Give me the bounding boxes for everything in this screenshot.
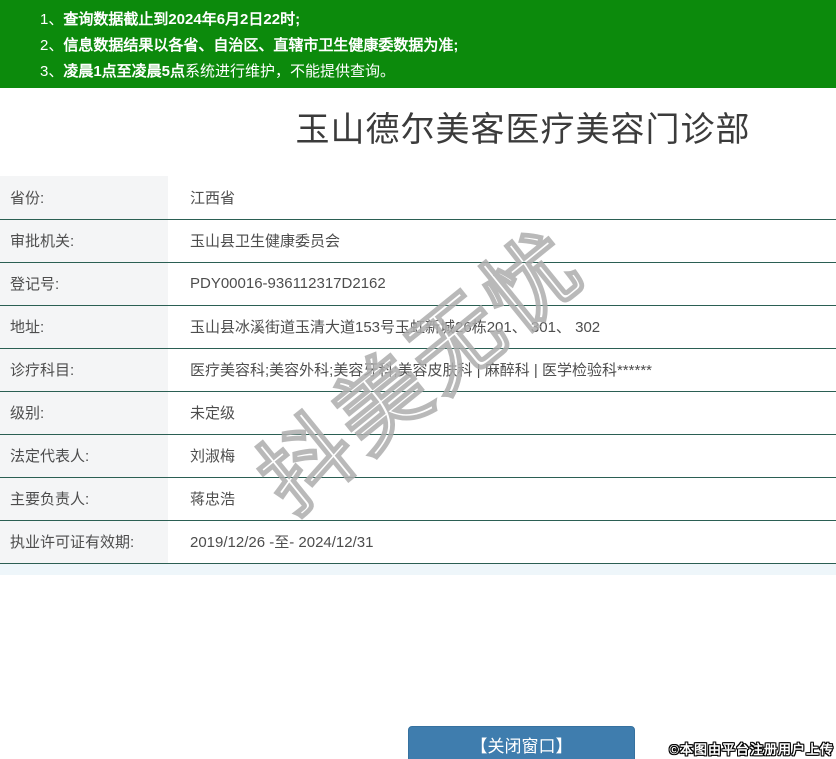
row-label: 执业许可证有效期: <box>0 520 168 563</box>
notice-line-2: 2、信息数据结果以各省、自治区、直辖市卫生健康委数据为准; <box>40 33 826 59</box>
notice-number: 3、 <box>40 63 64 80</box>
row-value: 刘淑梅 <box>168 434 836 477</box>
row-value: 2019/12/26 -至- 2024/12/31 <box>168 520 836 563</box>
notice-number: 1、 <box>40 11 64 28</box>
table-bottom-strip <box>0 563 836 575</box>
table-row: 级别: 未定级 <box>0 391 836 434</box>
uploader-credit-watermark: ©本图由平台注册用户上传 <box>669 742 834 757</box>
clinic-license-page: 1、查询数据截止到2024年6月2日22时; 2、信息数据结果以各省、自治区、直… <box>0 0 836 759</box>
row-value: 玉山县冰溪街道玉清大道153号玉虹新城26栋201、 301、 302 <box>168 305 836 348</box>
notice-text-rest: 系统进行维护，不能提供查询。 <box>185 63 396 80</box>
notice-line-3: 3、凌晨1点至凌晨5点系统进行维护，不能提供查询。 <box>40 59 826 85</box>
row-label: 法定代表人: <box>0 434 168 477</box>
page-title: 玉山德尔美客医疗美容门诊部 <box>295 111 751 149</box>
row-label: 地址: <box>0 305 168 348</box>
row-value: 江西省 <box>168 176 836 219</box>
table-row: 省份: 江西省 <box>0 176 836 219</box>
row-label: 登记号: <box>0 262 168 305</box>
table-row: 登记号: PDY00016-936112317D2162 <box>0 262 836 305</box>
row-value: 玉山县卫生健康委员会 <box>168 219 836 262</box>
row-value: 医疗美容科;美容外科;美容牙科;美容皮肤科 | 麻醉科 | 医学检验科*****… <box>168 348 836 391</box>
notice-text-strong: 凌晨1点至凌晨5点 <box>63 63 186 80</box>
row-value: 未定级 <box>168 391 836 434</box>
row-label: 诊疗科目: <box>0 348 168 391</box>
notice-number: 2、 <box>40 37 64 54</box>
table-row: 地址: 玉山县冰溪街道玉清大道153号玉虹新城26栋201、 301、 302 <box>0 305 836 348</box>
clinic-info-table: 省份: 江西省 审批机关: 玉山县卫生健康委员会 登记号: PDY00016-9… <box>0 176 836 564</box>
table-row: 诊疗科目: 医疗美容科;美容外科;美容牙科;美容皮肤科 | 麻醉科 | 医学检验… <box>0 348 836 391</box>
row-label: 级别: <box>0 391 168 434</box>
table-row: 法定代表人: 刘淑梅 <box>0 434 836 477</box>
row-value: PDY00016-936112317D2162 <box>168 262 836 305</box>
notice-text-strong: 信息数据结果以各省、自治区、直辖市卫生健康委数据为准; <box>63 37 459 54</box>
table-row: 审批机关: 玉山县卫生健康委员会 <box>0 219 836 262</box>
row-label: 审批机关: <box>0 219 168 262</box>
table-row: 主要负责人: 蒋忠浩 <box>0 477 836 520</box>
row-value: 蒋忠浩 <box>168 477 836 520</box>
notice-bar: 1、查询数据截止到2024年6月2日22时; 2、信息数据结果以各省、自治区、直… <box>0 0 836 88</box>
table-row: 执业许可证有效期: 2019/12/26 -至- 2024/12/31 <box>0 520 836 563</box>
notice-text-strong: 查询数据截止到2024年6月2日22时; <box>63 11 301 28</box>
notice-line-1: 1、查询数据截止到2024年6月2日22时; <box>40 7 826 33</box>
close-window-button[interactable]: 【关闭窗口】 <box>408 726 635 759</box>
row-label: 主要负责人: <box>0 477 168 520</box>
row-label: 省份: <box>0 176 168 219</box>
